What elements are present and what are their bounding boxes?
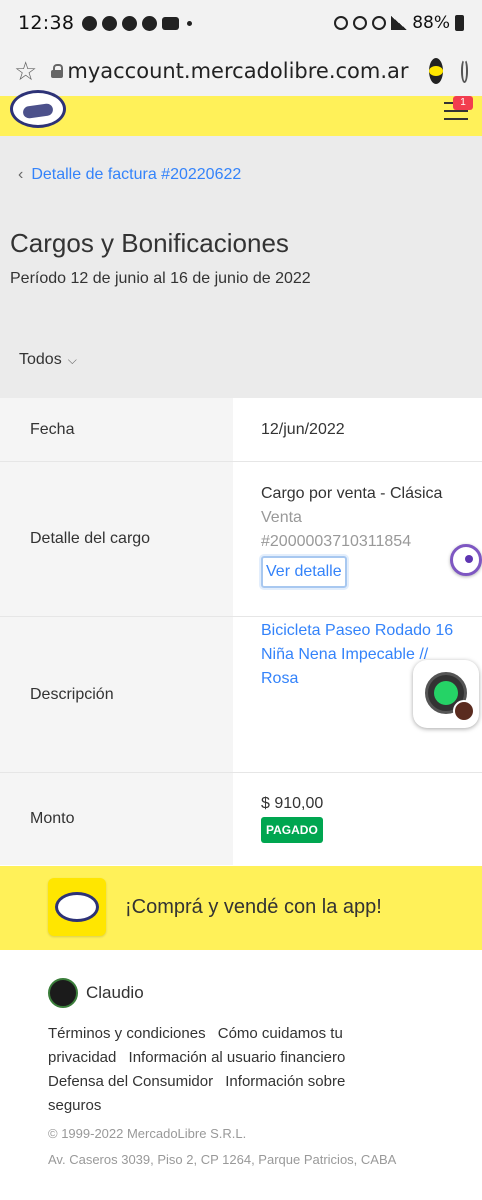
detalle-line2: Venta (261, 509, 302, 526)
app-download-banner[interactable]: ¡Comprá y vendé con la app! (0, 866, 482, 950)
detalle-line3: #2000003710311854 (261, 533, 412, 550)
telegram-icon (102, 15, 118, 31)
footer-links: Términos y condiciones Cómo cuidamos tu … (48, 1022, 408, 1118)
reload-icon[interactable] (460, 59, 468, 83)
whatsapp-icon (434, 681, 458, 705)
page-title: Cargos y Bonificaciones (10, 228, 289, 258)
app-banner-text: ¡Comprá y vendé con la app! (125, 896, 382, 918)
footer: Claudio Términos y condiciones Cómo cuid… (0, 950, 482, 1200)
chevron-left-icon: ‹ (18, 166, 24, 183)
table-row: Monto $ 910,00 PAGADO (0, 773, 482, 865)
lock-icon[interactable] (51, 64, 64, 78)
status-badge: PAGADO (261, 817, 323, 843)
whatsapp-icon (82, 15, 98, 31)
location-icon (372, 16, 387, 30)
detalle-label: Detalle del cargo (0, 462, 233, 616)
footer-link[interactable]: Defensa del Consumidor (48, 1073, 213, 1090)
mercadolibre-logo[interactable] (10, 90, 66, 128)
fecha-label: Fecha (0, 398, 233, 461)
monto-label: Monto (0, 773, 233, 865)
footer-link[interactable]: Información al usuario financiero (129, 1049, 346, 1066)
mercadolibre-app-icon (48, 878, 106, 936)
notification-badge: 1 (453, 96, 473, 110)
status-bar: 12:38 88% (0, 0, 482, 46)
status-time: 12:38 (18, 12, 75, 34)
user-profile[interactable]: Claudio (48, 978, 144, 1008)
more-notifications-icon (187, 20, 193, 26)
app-icon (142, 15, 158, 31)
notification-icons (82, 15, 193, 31)
ver-detalle-link[interactable]: Ver detalle (261, 556, 347, 588)
table-row: Detalle del cargo Cargo por venta - Clás… (0, 462, 482, 617)
copyright: © 1999-2022 MercadoLibre S.R.L. (48, 1126, 247, 1141)
system-icons: 88% (334, 13, 464, 33)
page-header-section: ‹ Detalle de factura #20220622 Cargos y … (0, 136, 482, 398)
app-icon (122, 15, 138, 31)
charge-detail-table: Fecha 12/jun/2022 Detalle del cargo Carg… (0, 398, 482, 865)
floating-assistant-icon[interactable] (450, 544, 482, 576)
monto-value-cell: $ 910,00 PAGADO (233, 773, 482, 865)
fecha-value: 12/jun/2022 (233, 398, 482, 461)
chevron-down-icon: ⌵ (67, 352, 77, 367)
alarm-icon (334, 16, 349, 30)
user-name: Claudio (86, 983, 144, 1002)
table-row: Fecha 12/jun/2022 (0, 398, 482, 462)
descripcion-label: Descripción (0, 617, 233, 772)
filter-label: Todos (19, 351, 62, 368)
detalle-value: Cargo por venta - Clásica Venta #2000003… (233, 462, 482, 616)
back-link-label[interactable]: Detalle de factura #20220622 (31, 166, 241, 184)
url-bar[interactable]: myaccount.mercadolibre.com.ar (67, 59, 408, 83)
battery-icon (455, 15, 464, 31)
footer-link[interactable]: Términos y condiciones (48, 1025, 206, 1042)
filter-dropdown[interactable]: Todos ⌵ (19, 351, 77, 369)
mute-icon (353, 16, 368, 30)
extension-icon[interactable] (428, 58, 443, 84)
signal-icon (391, 16, 408, 30)
battery-percent: 88% (412, 13, 450, 33)
contact-avatar (453, 700, 475, 722)
chat-head-bubble[interactable] (413, 660, 479, 728)
period-text: Período 12 de junio al 16 de junio de 20… (10, 270, 311, 287)
breadcrumb[interactable]: ‹ Detalle de factura #20220622 (18, 166, 241, 184)
browser-toolbar: ☆ myaccount.mercadolibre.com.ar (0, 46, 482, 96)
detalle-line1: Cargo por venta - Clásica (261, 485, 443, 502)
address: Av. Caseros 3039, Piso 2, CP 1264, Parqu… (48, 1152, 397, 1167)
site-header: 1 (0, 90, 482, 136)
avatar (48, 978, 78, 1008)
youtube-icon (162, 16, 180, 30)
table-row: Descripción Bicicleta Paseo Rodado 16 Ni… (0, 617, 482, 773)
monto-value: $ 910,00 (261, 795, 324, 812)
bookmark-star-icon[interactable]: ☆ (14, 58, 37, 84)
